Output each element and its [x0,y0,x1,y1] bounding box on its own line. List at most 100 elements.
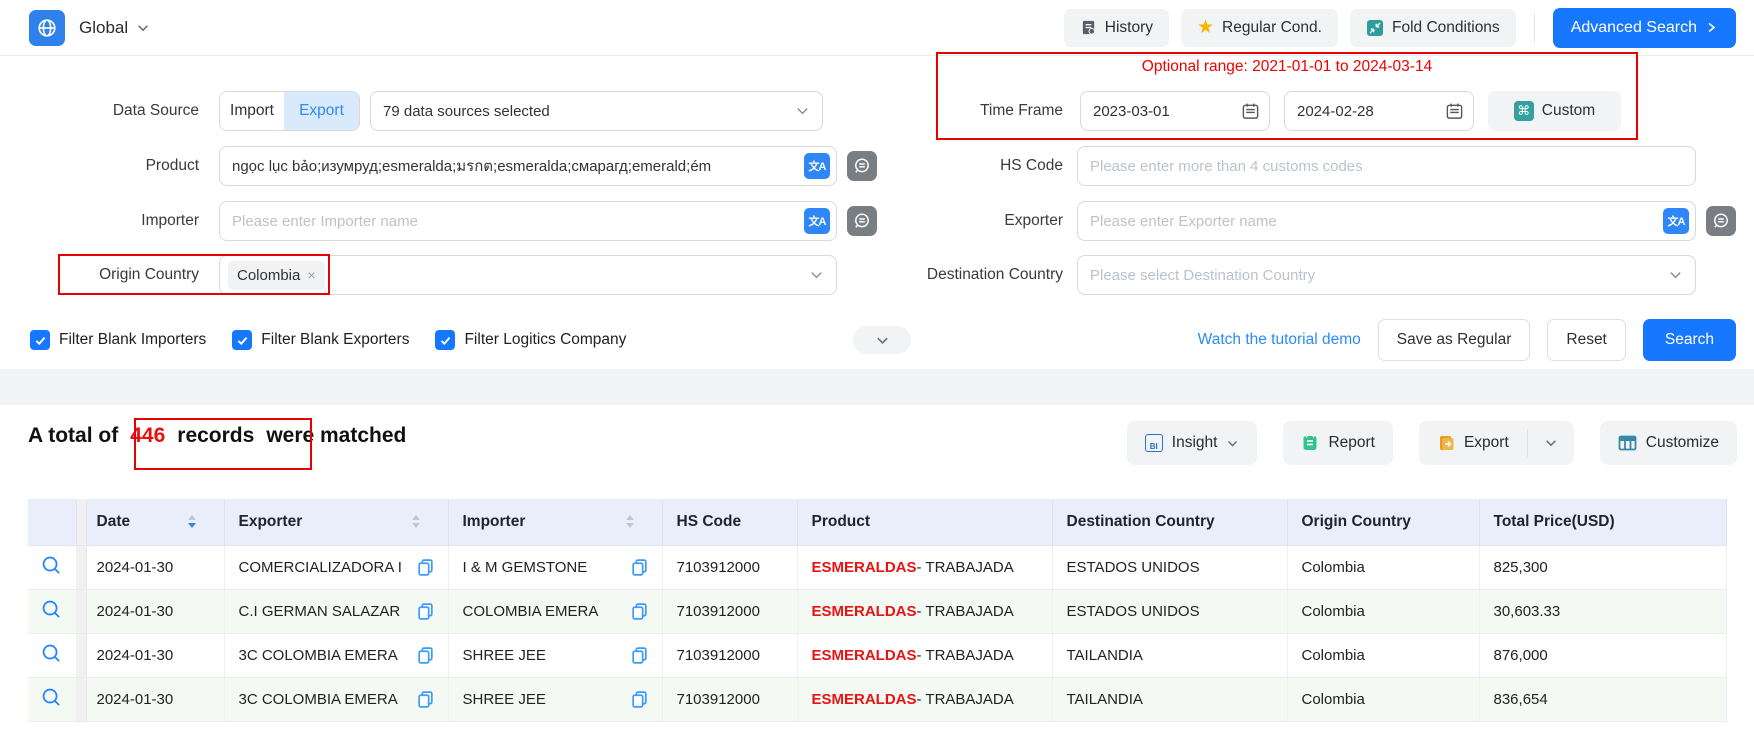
sort-icons[interactable] [412,515,420,528]
copy-icon[interactable] [631,602,648,621]
sort-icons[interactable] [626,515,634,528]
product-highlight: ESMERALDAS [812,559,917,576]
import-toggle[interactable]: Import [220,92,284,130]
regular-cond-button[interactable]: ★ Regular Cond. [1181,9,1338,47]
cell-hs-code: 7103912000 [662,677,797,721]
custom-label: Custom [1542,102,1595,120]
filter-logistics-company-checkbox[interactable]: Filter Logitics Company [435,330,626,350]
advanced-search-button[interactable]: Advanced Search [1553,8,1736,48]
cell-origin: Colombia [1287,545,1479,589]
destination-country-row: Destination Country Please select Destin… [830,255,1696,295]
export-label: Export [1464,434,1509,452]
time-frame-row: Time Frame 2023-03-01 2024-02-28 ⌘ Custo… [830,91,1621,131]
cell-product: ESMERALDAS- TRABAJADA [797,545,1052,589]
destination-country-placeholder: Please select Destination Country [1090,267,1315,284]
copy-icon[interactable] [631,646,648,665]
product-input[interactable] [232,147,824,185]
chevron-down-icon [795,104,810,119]
hs-code-input[interactable] [1090,147,1683,185]
reset-button[interactable]: Reset [1547,319,1626,361]
importer-row: Importer 文A [0,201,877,241]
data-sources-select[interactable]: 79 data sources selected [370,91,823,131]
header-origin: Origin Country [1287,499,1479,545]
cell-product: ESMERALDAS- TRABAJADA [797,633,1052,677]
start-date-picker[interactable]: 2023-03-01 [1080,91,1270,131]
translate-icon[interactable]: 文A [804,208,830,234]
product-highlight: ESMERALDAS [812,603,917,620]
export-button[interactable]: Export [1419,421,1527,465]
row-detail-button[interactable] [28,545,76,589]
header-date[interactable]: Date [86,499,224,545]
checkbox-label: Filter Blank Exporters [261,331,409,349]
export-dropdown-caret[interactable] [1528,421,1574,465]
insight-button[interactable]: BI Insight [1127,421,1258,465]
cell-hs-code: 7103912000 [662,633,797,677]
customize-button[interactable]: Customize [1600,421,1737,465]
filter-blank-exporters-checkbox[interactable]: Filter Blank Exporters [232,330,409,350]
region-selector[interactable]: Global [79,18,150,38]
results-table: Date Exporter Importer HS Cod [28,499,1727,722]
filter-blank-importers-checkbox[interactable]: Filter Blank Importers [30,330,206,350]
row-detail-button[interactable] [28,589,76,633]
product-row: Product 文A [0,146,877,186]
results-summary: A total of 446 records were matched [28,424,406,448]
product-highlight: ESMERALDAS [812,691,917,708]
cell-date: 2024-01-30 [86,677,224,721]
data-source-row: Data Source Import Export 79 data source… [0,91,823,131]
header-product: Product [797,499,1052,545]
header-hs-code: HS Code [662,499,797,545]
magnifier-icon [41,555,62,576]
custom-range-button[interactable]: ⌘ Custom [1488,91,1621,131]
exact-match-icon[interactable] [1706,206,1736,236]
copy-icon[interactable] [631,558,648,577]
cell-destination: TAILANDIA [1052,677,1287,721]
copy-icon[interactable] [417,558,434,577]
destination-country-label: Destination Country [830,266,1063,284]
sort-icons[interactable] [188,515,196,528]
translate-icon[interactable]: 文A [804,153,830,179]
expand-conditions-button[interactable] [853,326,911,354]
translate-icon[interactable]: 文A [1663,208,1689,234]
header-importer[interactable]: Importer [448,499,662,545]
history-button[interactable]: History [1064,9,1169,47]
save-as-regular-button[interactable]: Save as Regular [1378,319,1531,361]
cell-destination: ESTADOS UNIDOS [1052,545,1287,589]
cell-origin: Colombia [1287,589,1479,633]
cell-exporter: C.I GERMAN SALAZAR [224,589,448,633]
search-actions-row: Watch the tutorial demo Save as Regular … [1198,319,1736,361]
table-row: 2024-01-30 3C COLOMBIA EMERA SHREE JEE 7… [28,633,1726,677]
tag-close-icon[interactable]: × [307,267,315,283]
results-actions: BI Insight Report Export Customize [1127,421,1737,465]
row-detail-button[interactable] [28,677,76,721]
hs-code-label: HS Code [830,157,1063,175]
magnifier-icon [41,687,62,708]
star-icon: ★ [1197,18,1214,37]
header-exporter[interactable]: Exporter [224,499,448,545]
origin-country-select[interactable]: Colombia × [219,255,837,295]
cell-total-price: 836,654 [1479,677,1726,721]
chevron-down-icon [1668,268,1683,283]
row-detail-button[interactable] [28,633,76,677]
product-highlight: ESMERALDAS [812,647,917,664]
tutorial-demo-link[interactable]: Watch the tutorial demo [1198,331,1361,349]
copy-icon[interactable] [417,646,434,665]
cell-origin: Colombia [1287,677,1479,721]
copy-icon[interactable] [417,690,434,709]
table-row: 2024-01-30 COMERCIALIZADORA I I & M GEMS… [28,545,1726,589]
total-mid: records [177,424,254,448]
exporter-input[interactable] [1090,202,1683,240]
cell-importer: SHREE JEE [448,677,662,721]
end-date-value: 2024-02-28 [1297,103,1374,120]
copy-icon[interactable] [631,690,648,709]
destination-country-select[interactable]: Please select Destination Country [1077,255,1696,295]
importer-input[interactable] [232,202,824,240]
header-destination: Destination Country [1052,499,1287,545]
exporter-field-wrap: 文A [1077,201,1696,241]
search-button[interactable]: Search [1643,319,1736,361]
report-button[interactable]: Report [1283,421,1393,465]
optional-range-text: Optional range: 2021-01-01 to 2024-03-14 [936,58,1638,76]
export-toggle[interactable]: Export [284,92,359,130]
end-date-picker[interactable]: 2024-02-28 [1284,91,1474,131]
copy-icon[interactable] [417,602,434,621]
fold-conditions-button[interactable]: Fold Conditions [1350,9,1516,47]
